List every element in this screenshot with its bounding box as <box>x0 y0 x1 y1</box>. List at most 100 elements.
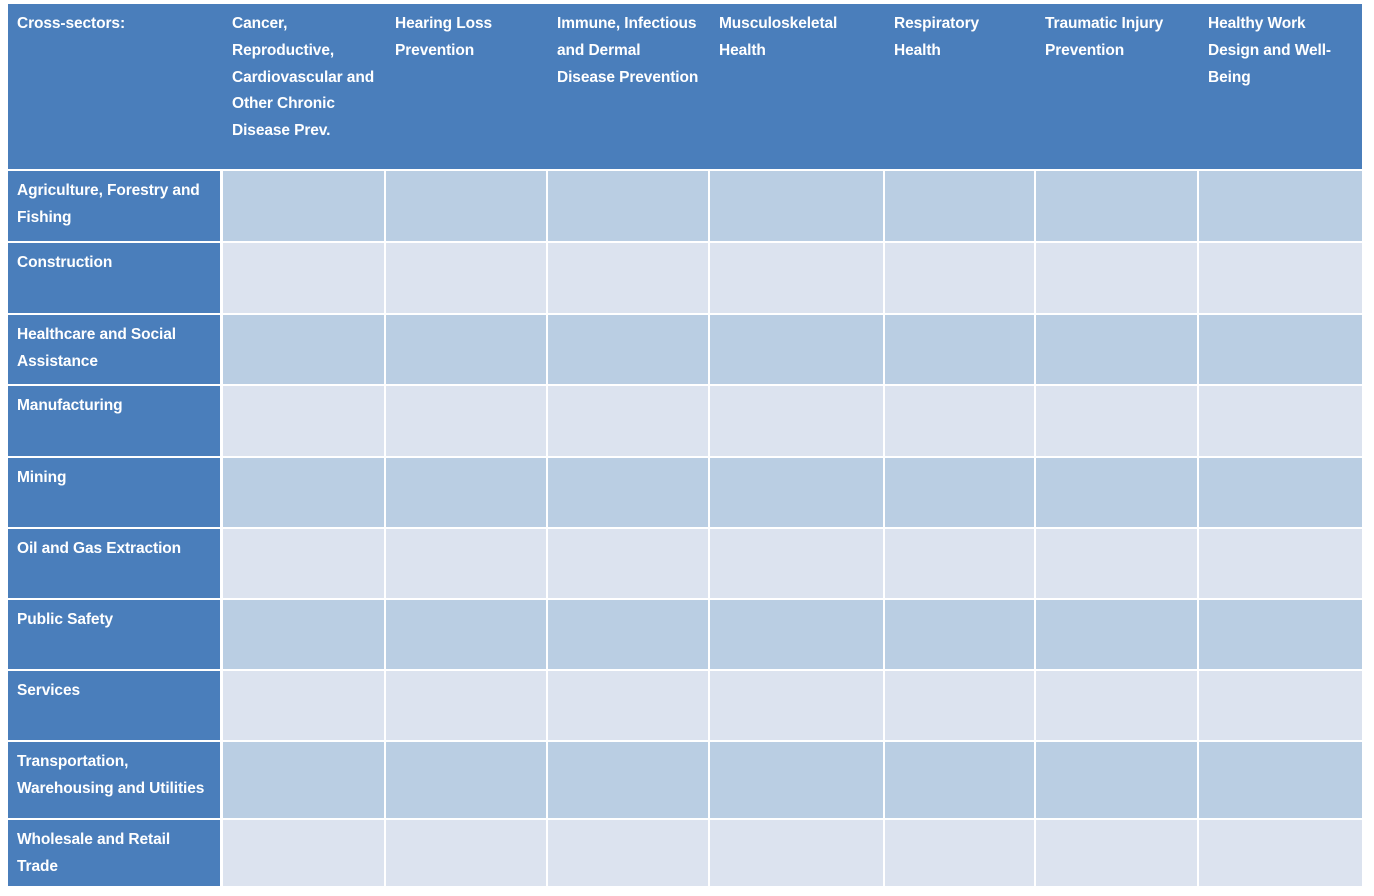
matrix-cell[interactable] <box>1036 456 1199 527</box>
matrix-cell[interactable] <box>710 241 885 313</box>
row-header-agriculture-forestry-fishing[interactable]: Agriculture, Forestry and Fishing <box>8 169 223 241</box>
column-header-immune-infectious-dermal[interactable]: Immune, Infectious and Dermal Disease Pr… <box>548 4 710 169</box>
matrix-cell[interactable] <box>885 669 1036 740</box>
matrix-cell[interactable] <box>223 169 386 241</box>
matrix-cell[interactable] <box>1199 241 1362 313</box>
column-header-cancer-reproductive-cardiovascular[interactable]: Cancer, Reproductive, Cardiovascular and… <box>223 4 386 169</box>
matrix-cell[interactable] <box>386 669 548 740</box>
matrix-cell[interactable] <box>386 241 548 313</box>
matrix-cell[interactable] <box>548 598 710 669</box>
table-row: Mining <box>8 456 1362 527</box>
matrix-cell[interactable] <box>1199 169 1362 241</box>
table-row: Transportation, Warehousing and Utilitie… <box>8 740 1362 818</box>
column-header-traumatic-injury-prevention[interactable]: Traumatic Injury Prevention <box>1036 4 1199 169</box>
matrix-cell[interactable] <box>885 313 1036 384</box>
table-row: Healthcare and Social Assistance <box>8 313 1362 384</box>
matrix-cell[interactable] <box>223 740 386 818</box>
matrix-cell[interactable] <box>710 740 885 818</box>
row-header-public-safety[interactable]: Public Safety <box>8 598 223 669</box>
matrix-cell[interactable] <box>710 169 885 241</box>
matrix-cell[interactable] <box>223 384 386 456</box>
cross-sector-matrix-table: Cross-sectors: Cancer, Reproductive, Car… <box>8 4 1362 886</box>
matrix-cell[interactable] <box>710 818 885 886</box>
row-header-healthcare-social-assistance[interactable]: Healthcare and Social Assistance <box>8 313 223 384</box>
matrix-cell[interactable] <box>885 456 1036 527</box>
matrix-cell[interactable] <box>1036 598 1199 669</box>
matrix-cell[interactable] <box>885 740 1036 818</box>
matrix-cell[interactable] <box>1199 456 1362 527</box>
matrix-cell[interactable] <box>386 456 548 527</box>
matrix-cell[interactable] <box>548 384 710 456</box>
matrix-cell[interactable] <box>1036 740 1199 818</box>
matrix-cell[interactable] <box>1199 384 1362 456</box>
matrix-cell[interactable] <box>1036 241 1199 313</box>
matrix-cell[interactable] <box>1199 740 1362 818</box>
table-row: Wholesale and Retail Trade <box>8 818 1362 886</box>
matrix-cell[interactable] <box>710 313 885 384</box>
matrix-corner-header: Cross-sectors: <box>8 4 223 169</box>
matrix-cell[interactable] <box>710 669 885 740</box>
matrix-cell[interactable] <box>386 598 548 669</box>
matrix-cell[interactable] <box>386 740 548 818</box>
matrix-cell[interactable] <box>548 313 710 384</box>
table-row: Oil and Gas Extraction <box>8 527 1362 598</box>
matrix-cell[interactable] <box>885 598 1036 669</box>
row-header-mining[interactable]: Mining <box>8 456 223 527</box>
column-header-musculoskeletal-health[interactable]: Musculoskeletal Health <box>710 4 885 169</box>
matrix-cell[interactable] <box>710 527 885 598</box>
matrix-cell[interactable] <box>1199 669 1362 740</box>
matrix-body: Agriculture, Forestry and Fishing Constr… <box>8 169 1362 886</box>
matrix-cell[interactable] <box>710 598 885 669</box>
row-header-services[interactable]: Services <box>8 669 223 740</box>
matrix-cell[interactable] <box>386 527 548 598</box>
matrix-cell[interactable] <box>223 818 386 886</box>
column-header-respiratory-health[interactable]: Respiratory Health <box>885 4 1036 169</box>
matrix-cell[interactable] <box>1199 598 1362 669</box>
matrix-cell[interactable] <box>1199 313 1362 384</box>
matrix-cell[interactable] <box>1036 384 1199 456</box>
table-row: Agriculture, Forestry and Fishing <box>8 169 1362 241</box>
column-header-healthy-work-design-wellbeing[interactable]: Healthy Work Design and Well-Being <box>1199 4 1362 169</box>
matrix-cell[interactable] <box>885 241 1036 313</box>
matrix-cell[interactable] <box>223 313 386 384</box>
matrix-cell[interactable] <box>548 241 710 313</box>
matrix-cell[interactable] <box>885 527 1036 598</box>
matrix-cell[interactable] <box>1199 818 1362 886</box>
matrix-cell[interactable] <box>223 456 386 527</box>
table-row: Construction <box>8 241 1362 313</box>
matrix-cell[interactable] <box>1036 313 1199 384</box>
matrix-cell[interactable] <box>885 818 1036 886</box>
matrix-cell[interactable] <box>386 313 548 384</box>
matrix-cell[interactable] <box>386 818 548 886</box>
matrix-cell[interactable] <box>710 456 885 527</box>
matrix-cell[interactable] <box>548 818 710 886</box>
table-row: Public Safety <box>8 598 1362 669</box>
matrix-cell[interactable] <box>1199 527 1362 598</box>
matrix-cell[interactable] <box>548 669 710 740</box>
matrix-cell[interactable] <box>885 169 1036 241</box>
matrix-cell[interactable] <box>1036 669 1199 740</box>
matrix-cell[interactable] <box>223 241 386 313</box>
matrix-cell[interactable] <box>386 169 548 241</box>
column-header-hearing-loss-prevention[interactable]: Hearing Loss Prevention <box>386 4 548 169</box>
row-header-manufacturing[interactable]: Manufacturing <box>8 384 223 456</box>
row-header-construction[interactable]: Construction <box>8 241 223 313</box>
matrix-cell[interactable] <box>885 384 1036 456</box>
matrix-cell[interactable] <box>223 598 386 669</box>
matrix-cell[interactable] <box>386 384 548 456</box>
matrix-cell[interactable] <box>223 669 386 740</box>
row-header-wholesale-retail-trade[interactable]: Wholesale and Retail Trade <box>8 818 223 886</box>
matrix-header-row: Cross-sectors: Cancer, Reproductive, Car… <box>8 4 1362 169</box>
matrix-cell[interactable] <box>548 169 710 241</box>
sector-matrix-container: Cross-sectors: Cancer, Reproductive, Car… <box>0 0 1374 896</box>
matrix-cell[interactable] <box>1036 527 1199 598</box>
row-header-transportation-warehousing-utilities[interactable]: Transportation, Warehousing and Utilitie… <box>8 740 223 818</box>
matrix-cell[interactable] <box>548 456 710 527</box>
matrix-cell[interactable] <box>1036 169 1199 241</box>
matrix-cell[interactable] <box>710 384 885 456</box>
matrix-cell[interactable] <box>1036 818 1199 886</box>
matrix-cell[interactable] <box>223 527 386 598</box>
row-header-oil-and-gas-extraction[interactable]: Oil and Gas Extraction <box>8 527 223 598</box>
matrix-cell[interactable] <box>548 527 710 598</box>
matrix-cell[interactable] <box>548 740 710 818</box>
